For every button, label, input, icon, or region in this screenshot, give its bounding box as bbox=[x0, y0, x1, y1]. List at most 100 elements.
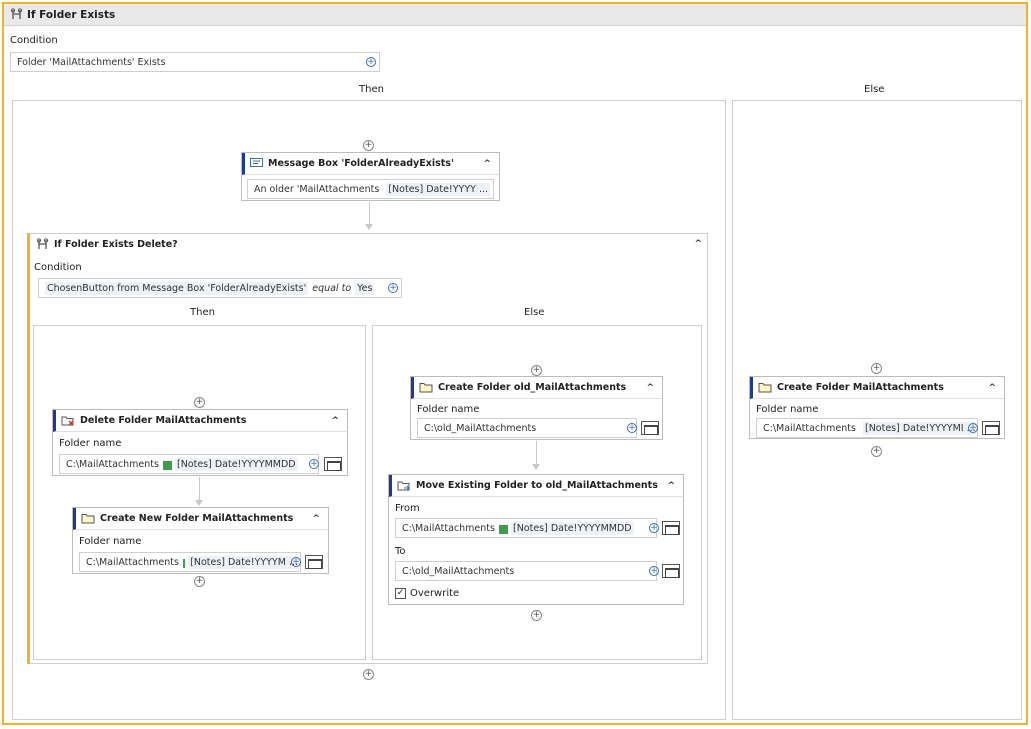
create-old-folder-activity[interactable]: Create Folder old_MailAttachments ^ Fold… bbox=[410, 376, 663, 440]
create-new-folder-title: Create New Folder MailAttachments bbox=[100, 513, 294, 524]
variable-icon bbox=[498, 524, 508, 534]
add-text-icon[interactable]: + bbox=[968, 423, 978, 433]
from-field[interactable]: C:\MailAttachments [Notes] Date!YYYYMMDD bbox=[395, 518, 657, 538]
add-text-icon[interactable]: + bbox=[649, 566, 659, 576]
folder-name-field[interactable]: C:\MailAttachments [Notes] Date!YYYYMI .… bbox=[756, 418, 978, 438]
condition-operator: equal to bbox=[312, 282, 352, 294]
folder-name-field[interactable]: C:\MailAttachments [Notes] Date!YYYYM ..… bbox=[79, 552, 301, 572]
browse-folder-icon[interactable] bbox=[641, 421, 659, 435]
delete-folder-title: Delete Folder MailAttachments bbox=[80, 415, 247, 426]
add-activity-icon[interactable]: + bbox=[194, 397, 205, 408]
add-text-icon[interactable]: + bbox=[627, 423, 637, 433]
add-text-icon[interactable]: + bbox=[649, 523, 659, 533]
message-icon bbox=[250, 158, 263, 167]
folder-path-prefix: C:\MailAttachments bbox=[66, 458, 159, 470]
message-box-text-field[interactable]: An older 'MailAttachments [Notes] Date!Y… bbox=[247, 179, 494, 199]
delete-folder-header[interactable]: Delete Folder MailAttachments ^ bbox=[53, 410, 347, 432]
inner-if-header[interactable]: If Folder Exists Delete? ^ bbox=[36, 233, 706, 255]
from-path-prefix: C:\MailAttachments bbox=[402, 522, 495, 534]
outer-else-label: Else bbox=[864, 84, 885, 95]
folder-icon bbox=[758, 383, 772, 393]
connector-line bbox=[369, 202, 370, 224]
message-text-prefix: An older 'MailAttachments bbox=[254, 183, 380, 195]
folder-name-label: Folder name bbox=[79, 536, 142, 547]
folder-path-value: C:\old_MailAttachments bbox=[424, 422, 537, 434]
condition-operand: ChosenButton from Message Box 'FolderAlr… bbox=[45, 281, 309, 295]
browse-folder-icon[interactable] bbox=[982, 421, 1000, 435]
move-folder-title: Move Existing Folder to old_MailAttachme… bbox=[416, 480, 658, 491]
add-activity-icon[interactable]: + bbox=[194, 576, 205, 587]
move-folder-header[interactable]: Move Existing Folder to old_MailAttachme… bbox=[389, 475, 683, 497]
folder-name-field[interactable]: C:\old_MailAttachments bbox=[417, 418, 637, 438]
collapse-chevron-icon[interactable]: ^ bbox=[988, 383, 996, 393]
outer-title: If Folder Exists bbox=[27, 8, 116, 21]
add-activity-icon[interactable]: + bbox=[871, 446, 882, 457]
create-new-folder-activity[interactable]: Create New Folder MailAttachments ^ Fold… bbox=[72, 507, 329, 574]
folder-name-field[interactable]: C:\MailAttachments [Notes] Date!YYYYMMDD bbox=[59, 454, 319, 474]
collapse-chevron-icon[interactable]: ^ bbox=[331, 416, 339, 426]
folder-icon bbox=[419, 383, 433, 393]
collapse-chevron-icon[interactable]: ^ bbox=[667, 481, 675, 491]
add-activity-icon[interactable]: + bbox=[363, 669, 374, 680]
add-text-icon[interactable]: + bbox=[291, 557, 301, 567]
checkbox-check-icon[interactable]: ✓ bbox=[395, 588, 406, 599]
folder-name-label: Folder name bbox=[59, 438, 122, 449]
add-activity-icon[interactable]: + bbox=[363, 140, 374, 151]
condition-value: Yes bbox=[355, 281, 375, 295]
else-create-folder-activity[interactable]: Create Folder MailAttachments ^ Folder n… bbox=[749, 376, 1005, 439]
message-box-activity[interactable]: Message Box 'FolderAlreadyExists' ^ An o… bbox=[241, 152, 500, 201]
overwrite-label: Overwrite bbox=[410, 588, 460, 599]
browse-folder-icon[interactable] bbox=[662, 521, 680, 535]
to-field[interactable]: C:\old_MailAttachments bbox=[395, 561, 657, 581]
outer-condition-value: Folder 'MailAttachments' Exists bbox=[17, 56, 166, 68]
outer-then-label: Then bbox=[359, 84, 384, 95]
collapse-chevron-icon[interactable]: ^ bbox=[646, 383, 654, 393]
move-folder-activity[interactable]: Move Existing Folder to old_MailAttachme… bbox=[388, 474, 684, 605]
add-activity-icon[interactable]: + bbox=[871, 363, 882, 374]
from-path-variable: [Notes] Date!YYYYMMDD bbox=[510, 521, 634, 535]
collapse-chevron-icon[interactable]: ^ bbox=[312, 514, 320, 524]
selection-accent bbox=[27, 233, 30, 664]
collapse-chevron-icon[interactable]: ^ bbox=[694, 239, 702, 249]
variable-icon bbox=[162, 460, 172, 470]
inner-condition-field[interactable]: ChosenButton from Message Box 'FolderAlr… bbox=[38, 278, 402, 298]
message-text-variable: [Notes] Date!YYYY ... bbox=[386, 182, 491, 196]
outer-title-bar[interactable]: If Folder Exists bbox=[4, 4, 1026, 26]
delete-folder-icon bbox=[61, 416, 74, 425]
folder-path-prefix: C:\MailAttachments bbox=[86, 556, 179, 568]
folder-name-label: Folder name bbox=[756, 404, 819, 415]
create-old-folder-title: Create Folder old_MailAttachments bbox=[438, 382, 627, 393]
inner-else-label: Else bbox=[524, 307, 545, 318]
add-text-icon[interactable]: + bbox=[309, 459, 319, 469]
folder-name-label: Folder name bbox=[417, 404, 480, 415]
create-new-folder-header[interactable]: Create New Folder MailAttachments ^ bbox=[73, 508, 328, 530]
collapse-chevron-icon[interactable]: ^ bbox=[483, 159, 491, 169]
add-activity-icon[interactable]: + bbox=[531, 365, 542, 376]
add-condition-icon[interactable]: + bbox=[366, 57, 376, 67]
to-path-value: C:\old_MailAttachments bbox=[402, 565, 515, 577]
delete-folder-activity[interactable]: Delete Folder MailAttachments ^ Folder n… bbox=[52, 409, 348, 476]
folder-path-variable: [Notes] Date!YYYYMMDD bbox=[174, 457, 298, 471]
message-box-header[interactable]: Message Box 'FolderAlreadyExists' ^ bbox=[242, 153, 499, 175]
folder-path-prefix: C:\MailAttachments bbox=[763, 422, 856, 434]
else-create-folder-title: Create Folder MailAttachments bbox=[777, 382, 944, 393]
browse-folder-icon[interactable] bbox=[662, 564, 680, 578]
from-label: From bbox=[395, 503, 420, 514]
browse-folder-icon[interactable] bbox=[324, 457, 342, 471]
overwrite-checkbox[interactable]: ✓ Overwrite bbox=[395, 588, 459, 599]
outer-condition-field[interactable]: Folder 'MailAttachments' Exists bbox=[10, 52, 380, 72]
connector-line bbox=[536, 441, 537, 465]
folder-icon bbox=[81, 514, 95, 524]
create-old-folder-header[interactable]: Create Folder old_MailAttachments ^ bbox=[411, 377, 662, 399]
to-label: To bbox=[395, 546, 406, 557]
variable-icon bbox=[182, 558, 186, 568]
if-activity-icon bbox=[36, 237, 49, 249]
if-activity-icon bbox=[10, 8, 23, 19]
outer-condition-label: Condition bbox=[10, 35, 58, 46]
else-create-folder-header[interactable]: Create Folder MailAttachments ^ bbox=[750, 377, 1004, 399]
connector-arrow-icon bbox=[532, 464, 540, 470]
add-condition-icon[interactable]: + bbox=[388, 283, 398, 293]
browse-folder-icon[interactable] bbox=[305, 555, 323, 569]
add-activity-icon[interactable]: + bbox=[531, 610, 542, 621]
if-folder-exists-container: If Folder Exists Condition Folder 'MailA… bbox=[2, 2, 1028, 725]
